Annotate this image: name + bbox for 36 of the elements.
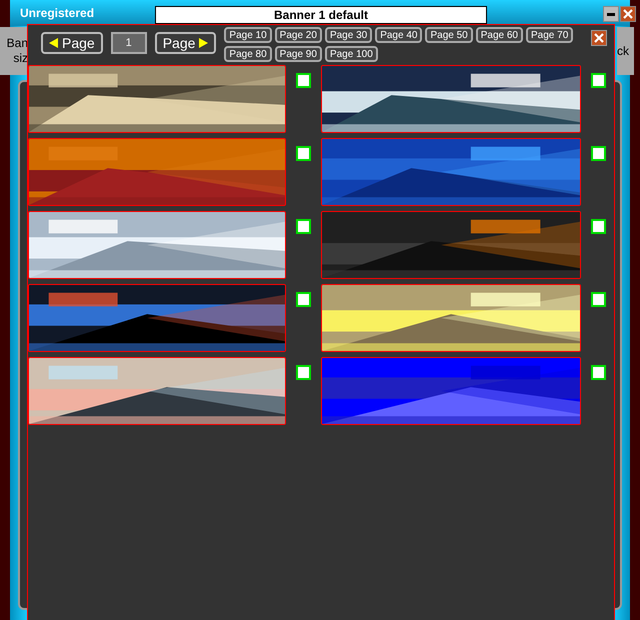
checkbox[interactable] (591, 146, 606, 161)
right-triangle-icon (199, 38, 208, 48)
close-icon (594, 33, 604, 43)
checkbox[interactable] (296, 219, 311, 234)
checkbox[interactable] (591, 365, 606, 380)
panel-label: Ban (6, 36, 28, 51)
checkbox[interactable] (591, 292, 606, 307)
page-number-field[interactable]: 1 (110, 32, 147, 54)
checkbox[interactable] (296, 292, 311, 307)
page-jump-button[interactable]: Page 90 (274, 46, 322, 62)
page-jump-button[interactable]: Page 60 (476, 27, 523, 43)
page-jump-button[interactable]: Page 70 (526, 27, 574, 43)
page-jump-button[interactable]: Page 20 (274, 27, 322, 43)
next-page-button[interactable]: Page (154, 32, 216, 54)
close-button[interactable] (591, 30, 607, 46)
panel-label: ck (617, 44, 629, 58)
panel-label: siz (13, 51, 28, 66)
checkbox[interactable] (296, 365, 311, 380)
checkbox[interactable] (591, 73, 606, 88)
page-jump-button[interactable]: Page 50 (425, 27, 473, 43)
checkbox[interactable] (591, 219, 606, 234)
previous-page-button[interactable]: Page (41, 32, 103, 54)
page-jump-button[interactable]: Page 80 (224, 46, 272, 62)
minimize-icon (607, 12, 615, 16)
checkbox[interactable] (296, 73, 311, 88)
page-jump-button[interactable]: Page 10 (224, 27, 272, 43)
page-jump-button[interactable]: Page 100 (324, 46, 378, 62)
window-title: Unregistered (20, 6, 94, 20)
banner-name-field: Banner 1 default (155, 6, 487, 24)
close-icon (623, 9, 633, 19)
checkbox[interactable] (296, 146, 311, 161)
left-triangle-icon (49, 38, 58, 48)
page-jump-button[interactable]: Page 40 (375, 27, 422, 43)
page-jump-button[interactable]: Page 30 (324, 27, 372, 43)
minimize-button[interactable] (603, 6, 619, 22)
close-button[interactable] (620, 6, 636, 22)
